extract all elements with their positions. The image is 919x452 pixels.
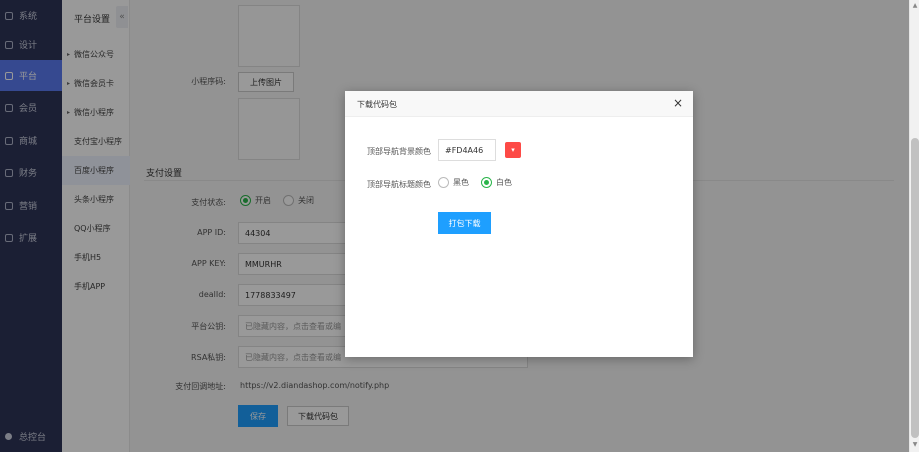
scroll-up-icon[interactable]: ▲ <box>911 2 919 10</box>
white-label: 白色 <box>496 178 512 187</box>
pack-download-button[interactable]: 打包下载 <box>438 212 491 234</box>
black-radio[interactable] <box>438 177 449 188</box>
title-color-label: 顶部导航标题颜色 <box>367 180 431 189</box>
chevron-down-icon: ▾ <box>511 146 515 154</box>
close-icon[interactable]: × <box>673 96 683 110</box>
modal-header: 下载代码包 × <box>345 91 693 117</box>
white-radio[interactable] <box>481 177 492 188</box>
color-picker-button[interactable]: ▾ <box>505 142 521 158</box>
black-label: 黑色 <box>453 178 469 187</box>
bg-color-input[interactable]: #FD4A46 <box>438 139 496 161</box>
scroll-down-icon[interactable]: ▼ <box>911 441 919 449</box>
modal-title: 下载代码包 <box>357 100 397 109</box>
page-scrollbar[interactable]: ▲ ▼ <box>909 0 919 452</box>
scrollbar-thumb[interactable] <box>911 138 919 438</box>
bg-color-label: 顶部导航背景颜色 <box>367 147 431 156</box>
title-color-radios: 黑色 白色 <box>438 177 524 188</box>
download-code-modal: 下载代码包 × 顶部导航背景颜色 #FD4A46 ▾ 顶部导航标题颜色 黑色 白… <box>345 91 693 357</box>
